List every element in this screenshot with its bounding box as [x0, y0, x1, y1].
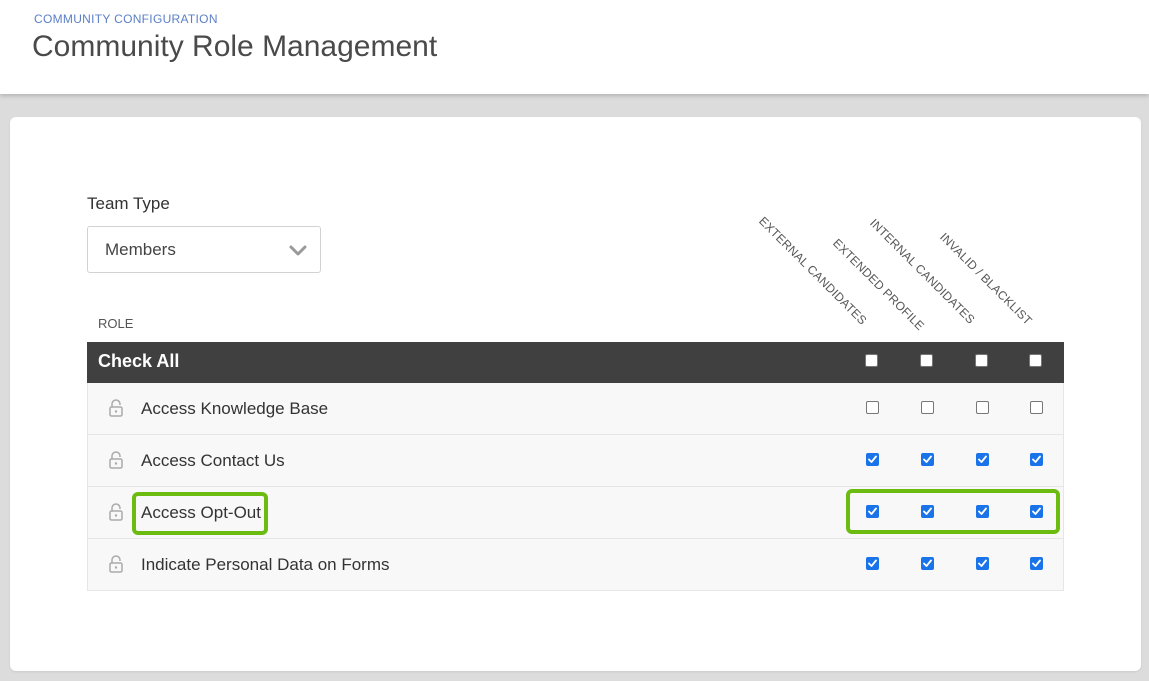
- role-checkbox[interactable]: [976, 453, 989, 466]
- highlight-access-opt-out-label: [132, 492, 268, 535]
- column-header-extended-profile: EXTENDED PROFILE: [830, 236, 928, 334]
- column-header-external-candidates: EXTERNAL CANDIDATES: [756, 214, 870, 328]
- role-checkbox[interactable]: [976, 401, 989, 414]
- role-column-label: ROLE: [98, 316, 134, 331]
- team-type-select[interactable]: Members: [87, 226, 321, 273]
- team-type-label: Team Type: [87, 194, 170, 213]
- role-checkbox[interactable]: [866, 401, 879, 414]
- page-title: Community Role Management: [32, 30, 438, 63]
- top-header: COMMUNITY CONFIGURATION Community Role M…: [0, 0, 1149, 94]
- column-header-internal-candidates: INTERNAL CANDIDATES: [867, 216, 978, 327]
- role-checkbox[interactable]: [1030, 453, 1043, 466]
- role-checkbox[interactable]: [976, 557, 989, 570]
- role-label: Access Knowledge Base: [141, 399, 329, 418]
- chevron-down-icon: [289, 245, 307, 256]
- column-header-invalid-blacklist: INVALID / BLACKLIST: [937, 230, 1035, 328]
- content-card: Team Type Members ROLE EXTERNAL CANDIDAT…: [10, 117, 1141, 671]
- check-all-label: Check All: [98, 351, 180, 371]
- lock-icon: [108, 503, 124, 521]
- role-checkbox[interactable]: [921, 557, 934, 570]
- team-type-value: Members: [105, 240, 176, 259]
- role-checkbox[interactable]: [1030, 401, 1043, 414]
- role-checkbox[interactable]: [866, 453, 879, 466]
- check-all-checkbox-3[interactable]: [975, 354, 988, 367]
- table-row: Access Contact Us: [87, 435, 1064, 487]
- check-all-checkbox-4[interactable]: [1029, 354, 1042, 367]
- role-checkbox[interactable]: [866, 557, 879, 570]
- role-checkbox[interactable]: [921, 453, 934, 466]
- role-checkbox[interactable]: [921, 401, 934, 414]
- lock-icon: [108, 399, 124, 417]
- check-all-row: Check All: [87, 342, 1064, 383]
- check-all-checkbox-1[interactable]: [865, 354, 878, 367]
- role-table: Check All Access Knowledge Base Access Co…: [87, 342, 1064, 591]
- check-all-checkbox-2[interactable]: [920, 354, 933, 367]
- table-row: Indicate Personal Data on Forms: [87, 539, 1064, 591]
- role-checkbox[interactable]: [1030, 557, 1043, 570]
- lock-icon: [108, 451, 124, 469]
- role-label: Indicate Personal Data on Forms: [141, 555, 390, 574]
- role-label: Access Contact Us: [141, 451, 285, 470]
- highlight-access-opt-out-checkboxes: [846, 489, 1060, 534]
- table-row: Access Knowledge Base: [87, 383, 1064, 435]
- breadcrumb[interactable]: COMMUNITY CONFIGURATION: [34, 12, 218, 26]
- lock-icon: [108, 555, 124, 573]
